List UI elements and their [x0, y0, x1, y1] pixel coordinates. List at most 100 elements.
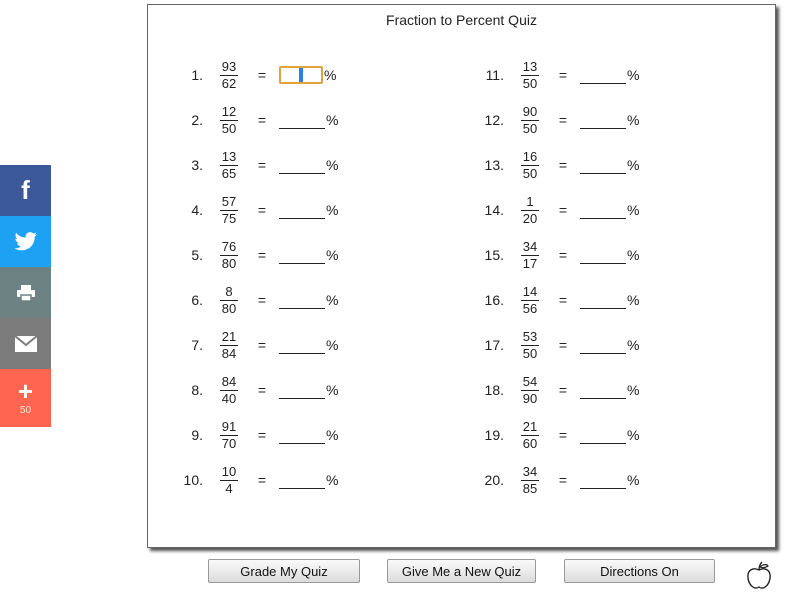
envelope-icon	[13, 334, 38, 352]
quiz-panel: Fraction to Percent Quiz 1. 93 62 =% 2. 12 50 =…	[147, 4, 776, 548]
fraction: 90 50	[512, 103, 548, 136]
numerator: 21	[221, 328, 237, 344]
fraction: 91 70	[211, 419, 247, 451]
question-2: 2. 12 50 =%	[173, 100, 338, 140]
denominator: 90	[522, 390, 538, 406]
fraction: 14 56	[512, 284, 548, 316]
fraction: 13 50	[512, 58, 548, 91]
numerator: 13	[221, 148, 237, 164]
answer-input[interactable]	[279, 472, 325, 489]
answer-input[interactable]	[580, 292, 626, 309]
question-11: 11. 13 50 =%	[474, 55, 640, 95]
equals-sign: =	[257, 472, 267, 488]
question-number: 6.	[191, 292, 203, 308]
question-number: 13.	[484, 157, 504, 173]
answer-input[interactable]	[279, 337, 325, 354]
denominator: 50	[221, 120, 237, 136]
numerator: 13	[522, 58, 538, 74]
percent-sign: %	[627, 112, 640, 128]
equals-sign: =	[558, 427, 568, 443]
question-number: 18.	[484, 382, 504, 398]
question-4: 4. 57 75 =%	[173, 190, 338, 230]
answer-input[interactable]	[279, 112, 325, 129]
numerator: 90	[522, 103, 538, 119]
numerator: 12	[221, 103, 237, 119]
denominator: 70	[221, 435, 237, 451]
grade-quiz-button[interactable]: Grade My Quiz	[208, 559, 360, 583]
fraction: 12 50	[211, 103, 247, 136]
percent-sign: %	[326, 157, 339, 173]
percent-sign: %	[326, 112, 339, 128]
answer-input[interactable]	[580, 337, 626, 354]
numerator: 54	[522, 373, 538, 389]
answer-input[interactable]	[279, 382, 325, 399]
numerator: 10	[221, 463, 237, 479]
share-sidebar: f + 50	[0, 165, 51, 427]
equals-sign: =	[257, 67, 267, 83]
percent-sign: %	[326, 247, 339, 263]
question-13: 13. 16 50 =%	[474, 145, 640, 185]
equals-sign: =	[257, 112, 267, 128]
percent-sign: %	[326, 427, 339, 443]
answer-input[interactable]	[580, 427, 626, 444]
question-17: 17. 53 50 =%	[474, 325, 640, 365]
plus-icon: +	[17, 376, 34, 406]
numerator: 34	[522, 238, 538, 254]
answer-input[interactable]	[580, 67, 626, 84]
denominator: 17	[522, 255, 538, 271]
quiz-title: Fraction to Percent Quiz	[386, 12, 537, 28]
new-quiz-button[interactable]: Give Me a New Quiz	[387, 559, 536, 583]
question-14: 14. 1 20 =%	[474, 190, 640, 230]
answer-input[interactable]	[279, 292, 325, 309]
answer-input[interactable]	[580, 472, 626, 489]
printer-icon	[16, 284, 35, 302]
numerator: 16	[522, 148, 538, 164]
answer-input[interactable]	[580, 202, 626, 219]
question-number: 9.	[191, 427, 203, 443]
question-12: 12. 90 50 =%	[474, 100, 640, 140]
answer-input[interactable]	[279, 247, 325, 264]
denominator: 50	[522, 75, 538, 91]
numerator: 76	[221, 238, 237, 254]
question-10: 10. 10 4 =%	[173, 460, 339, 500]
answer-input[interactable]	[279, 427, 325, 444]
facebook-share-button[interactable]: f	[0, 165, 51, 216]
equals-sign: =	[558, 472, 568, 488]
answer-input[interactable]	[279, 66, 323, 84]
fraction: 57 75	[211, 193, 247, 226]
answer-input[interactable]	[279, 202, 325, 219]
fraction: 54 90	[512, 373, 548, 406]
percent-sign: %	[326, 337, 339, 353]
question-number: 19.	[484, 427, 504, 443]
text-cursor	[299, 68, 303, 82]
print-button[interactable]	[0, 267, 51, 318]
percent-sign: %	[627, 292, 640, 308]
answer-input[interactable]	[580, 382, 626, 399]
equals-sign: =	[558, 337, 568, 353]
denominator: 80	[221, 255, 237, 271]
twitter-share-button[interactable]	[0, 216, 51, 267]
equals-sign: =	[257, 382, 267, 398]
question-7: 7. 21 84 =%	[173, 325, 338, 365]
facebook-icon: f	[21, 175, 30, 205]
question-number: 8.	[191, 382, 203, 398]
answer-input[interactable]	[279, 157, 325, 174]
directions-button[interactable]: Directions On	[564, 559, 715, 583]
answer-input[interactable]	[580, 112, 626, 129]
numerator: 57	[221, 193, 237, 209]
question-3: 3. 13 65 =%	[173, 145, 338, 185]
question-8: 8. 84 40 =%	[173, 370, 338, 410]
answer-input[interactable]	[580, 157, 626, 174]
more-share-button[interactable]: + 50	[0, 369, 51, 427]
numerator: 8	[225, 283, 233, 299]
percent-sign: %	[326, 382, 339, 398]
apple-icon[interactable]	[745, 561, 773, 591]
denominator: 75	[221, 210, 237, 226]
question-number: 11.	[485, 67, 504, 83]
numerator: 93	[221, 58, 237, 74]
numerator: 34	[522, 463, 538, 479]
email-share-button[interactable]	[0, 318, 51, 369]
answer-input[interactable]	[580, 247, 626, 264]
fraction: 21 84	[211, 328, 247, 361]
question-number: 7.	[191, 337, 203, 353]
